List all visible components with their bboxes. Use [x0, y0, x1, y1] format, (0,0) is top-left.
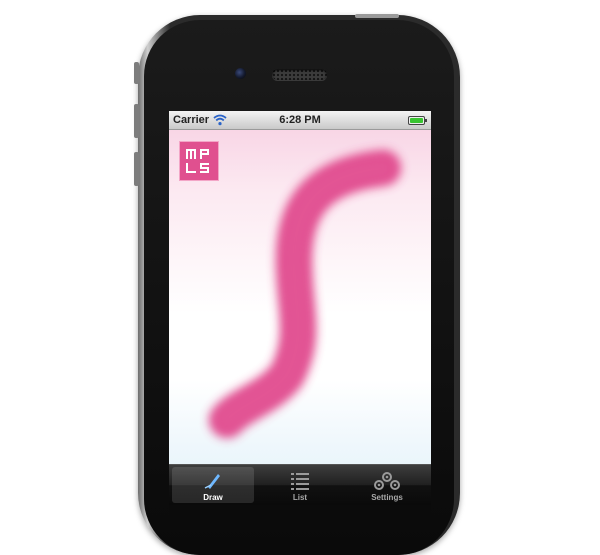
brush-stroke	[209, 150, 401, 438]
tab-bar: Draw List Settings	[169, 464, 431, 505]
sleep-button	[355, 14, 399, 18]
tab-settings[interactable]: Settings	[346, 467, 428, 503]
list-icon	[291, 473, 309, 490]
mute-switch	[134, 62, 139, 84]
phone-chin	[169, 505, 431, 522]
mpls-logo-icon	[180, 142, 218, 180]
battery-icon	[408, 116, 427, 125]
phone-screen: Carrier 6:28 PM Draw List Settings	[169, 111, 431, 522]
earpiece-speaker	[272, 69, 327, 80]
tab-settings-label: Settings	[371, 493, 403, 502]
front-camera	[235, 68, 246, 79]
pen-icon	[204, 474, 220, 489]
battery-tip	[425, 119, 427, 122]
tab-draw-label: Draw	[203, 493, 223, 502]
status-time: 6:28 PM	[279, 114, 321, 126]
volume-down-button	[134, 152, 139, 186]
gears-icon	[374, 472, 400, 490]
drawing-canvas[interactable]	[169, 130, 431, 464]
volume-up-button	[134, 104, 139, 138]
tab-draw[interactable]: Draw	[172, 467, 254, 503]
tab-list[interactable]: List	[259, 467, 341, 503]
battery-level	[410, 118, 423, 123]
status-bar: Carrier 6:28 PM	[169, 111, 431, 130]
tab-list-label: List	[292, 493, 308, 502]
